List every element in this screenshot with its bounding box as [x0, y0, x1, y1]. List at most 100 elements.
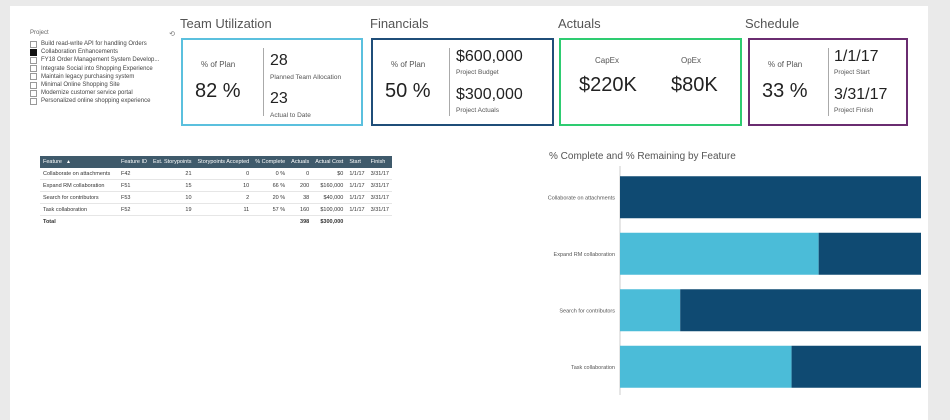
- table-total-row: Total 398 $300,000: [40, 216, 392, 228]
- column-header-label: Finish: [370, 159, 386, 165]
- bar-remaining[interactable]: [680, 289, 921, 332]
- bar-remaining[interactable]: [791, 345, 921, 388]
- column-header-label: % Complete: [255, 159, 286, 165]
- table-cell: F51: [118, 179, 150, 192]
- capex-value: $220K: [579, 74, 637, 96]
- feature-completion-chart: Collaborate on attachments Expand RM coll…: [548, 166, 921, 395]
- slicer-item[interactable]: Collaboration Enhancements: [30, 48, 175, 56]
- table-cell: 3/31/17: [367, 179, 392, 192]
- table-cell: Search for contributors: [40, 191, 118, 204]
- checkbox[interactable]: [30, 73, 37, 81]
- slicer-item[interactable]: Build read-write API for handling Orders: [30, 40, 175, 48]
- table-row[interactable]: Collaborate on attachments F42 21 0 0 % 0 $0 1/…: [40, 168, 392, 180]
- checkbox[interactable]: [30, 89, 37, 97]
- schedule-title: Schedule: [745, 16, 800, 31]
- checkbox[interactable]: [30, 81, 37, 89]
- slicer-item-label: Integrate Social into Shopping Experienc…: [41, 65, 153, 72]
- project-finish-value: 3/31/17: [834, 86, 888, 103]
- tu-pct-label: % of Plan: [201, 60, 236, 69]
- checkbox[interactable]: [30, 97, 37, 105]
- bar-remaining[interactable]: [818, 232, 921, 275]
- total-cell: Total: [43, 218, 56, 225]
- column-header-label: Feature ID: [121, 159, 147, 165]
- column-header[interactable]: Feature ▲: [40, 156, 118, 168]
- column-header-label: Feature: [43, 159, 62, 165]
- bar-remaining[interactable]: [620, 176, 921, 219]
- table-row[interactable]: Expand RM collaboration F51 15 10 66 % 200 $16…: [40, 179, 392, 192]
- column-header[interactable]: % Complete: [252, 156, 289, 168]
- total-cell: [195, 216, 253, 228]
- slicer-item-label: Modernize customer service portal: [41, 90, 133, 97]
- column-header[interactable]: Est. Storypoints: [149, 156, 195, 168]
- fin-budget-label: Project Budget: [456, 69, 499, 76]
- tu-divider: [263, 48, 264, 116]
- column-header[interactable]: Actuals: [288, 156, 313, 168]
- table-cell: 38: [288, 191, 313, 204]
- slicer-item[interactable]: Personalized online shopping experience: [30, 97, 175, 105]
- table-row[interactable]: Task collaboration F52 19 11 57 % 160 $100,000…: [40, 203, 392, 216]
- table-cell: 66 %: [252, 179, 289, 192]
- table-cell: Expand RM collaboration: [40, 179, 118, 192]
- tu-actual-value: 23: [270, 90, 288, 107]
- sort-ascending-icon[interactable]: ▲: [66, 159, 71, 165]
- financials-card[interactable]: % of Plan 50 % $600,000 Project Budget $…: [371, 38, 554, 126]
- total-cell: [150, 216, 195, 228]
- fin-actuals-value: $300,000: [456, 86, 523, 103]
- total-cell: [252, 216, 288, 228]
- fin-actuals-label: Project Actuals: [456, 107, 499, 114]
- slicer-item-label: Personalized online shopping experience: [41, 98, 151, 105]
- column-header[interactable]: Start: [346, 156, 368, 168]
- table-body: Collaborate on attachments F42 21 0 0 % 0 $0 1/…: [40, 168, 392, 227]
- bar-complete[interactable]: [620, 232, 819, 275]
- tu-planned-value: 28: [270, 52, 288, 69]
- team-utilization-card[interactable]: % of Plan 82 % 28 Planned Team Allocatio…: [181, 38, 363, 126]
- project-start-label: Project Start: [834, 69, 870, 76]
- slicer-item[interactable]: Minimal Online Shopping Site: [30, 81, 175, 89]
- checkbox[interactable]: [30, 48, 37, 56]
- category-label: Collaborate on attachments: [548, 195, 616, 201]
- tu-pct-value: 82 %: [195, 80, 241, 102]
- slicer-item-label: Collaboration Enhancements: [41, 49, 119, 56]
- slicer-item-label: Build read-write API for handling Orders: [41, 41, 147, 48]
- table-cell: 3/31/17: [367, 191, 392, 204]
- sch-pct-value: 33 %: [762, 80, 808, 102]
- table-cell: 1/1/17: [346, 179, 368, 192]
- column-header[interactable]: Storypoints Accepted: [194, 156, 253, 168]
- table-cell: 200: [288, 179, 313, 192]
- total-cell: [346, 216, 367, 228]
- checkbox[interactable]: [30, 40, 37, 48]
- column-header-label: Est. Storypoints: [152, 159, 192, 165]
- column-header[interactable]: Feature ID: [118, 156, 150, 168]
- project-finish-label: Project Finish: [834, 107, 874, 114]
- table-row[interactable]: Search for contributors F53 10 2 20 % 38 $40,0…: [40, 191, 392, 204]
- actuals-card[interactable]: CapEx $220K OpEx $80K: [559, 38, 742, 126]
- column-header-label: Storypoints Accepted: [197, 159, 250, 165]
- slicer-item[interactable]: Maintain legacy purchasing system: [30, 73, 175, 81]
- tu-planned-label: Planned Team Allocation: [270, 74, 342, 81]
- team-utilization-title: Team Utilization: [180, 16, 272, 31]
- slicer-item[interactable]: Integrate Social into Shopping Experienc…: [30, 65, 175, 73]
- column-header[interactable]: Actual Cost: [312, 156, 347, 168]
- category-label: Search for contributors: [559, 308, 615, 314]
- opex-label: OpEx: [681, 56, 702, 65]
- schedule-card[interactable]: % of Plan 33 % 1/1/17 Project Start 3/31…: [748, 38, 908, 126]
- bar-complete[interactable]: [620, 289, 681, 332]
- fin-divider: [449, 48, 450, 116]
- bar-complete[interactable]: [620, 345, 792, 388]
- slicer-item[interactable]: Modernize customer service portal: [30, 89, 175, 97]
- table-cell: 19: [149, 203, 195, 216]
- checkbox[interactable]: [30, 56, 37, 64]
- table-cell: Collaborate on attachments: [40, 168, 118, 180]
- fin-pct-label: % of Plan: [391, 60, 426, 69]
- feature-table: Feature ▲ Feature ID Est. Storypoints Storyp…: [40, 156, 392, 227]
- table-cell: 0 %: [252, 168, 289, 180]
- fin-budget-value: $600,000: [456, 48, 523, 65]
- table-cell: 11: [194, 203, 253, 216]
- column-header[interactable]: Finish: [367, 156, 392, 168]
- sch-divider: [828, 48, 829, 116]
- checkbox[interactable]: [30, 65, 37, 73]
- table-cell: 21: [149, 168, 195, 180]
- clear-selection-icon[interactable]: ⟲: [169, 30, 175, 38]
- table-cell: 15: [149, 179, 195, 192]
- slicer-item[interactable]: FY18 Order Management System Develop...: [30, 56, 175, 64]
